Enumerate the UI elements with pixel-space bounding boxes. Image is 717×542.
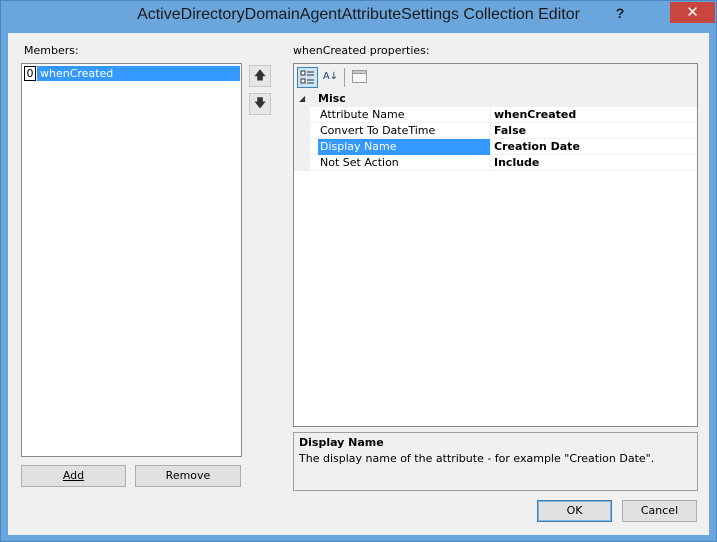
- collapse-triangle-icon[interactable]: ◢: [299, 94, 305, 103]
- property-grid-toolbar: A↓: [294, 64, 697, 91]
- cancel-button-label: Cancel: [640, 504, 679, 517]
- property-row[interactable]: Attribute Name whenCreated: [294, 107, 697, 123]
- ok-button-label: OK: [566, 504, 583, 517]
- arrow-up-icon: 🡅: [253, 68, 267, 82]
- close-button[interactable]: ✕: [670, 2, 715, 23]
- property-pages-icon: [352, 70, 367, 83]
- property-rows: ◢ Misc Attribute Name whenCreated Conver…: [294, 91, 697, 171]
- members-list[interactable]: 0 whenCreated: [21, 63, 242, 457]
- alphabetical-icon: A↓: [322, 71, 339, 82]
- toolbar-separator: [344, 68, 345, 87]
- property-name[interactable]: Attribute Name: [318, 107, 491, 123]
- move-down-button[interactable]: 🡇: [249, 93, 271, 115]
- categorized-button[interactable]: [297, 67, 318, 88]
- property-grid[interactable]: A↓ ◢ Misc Attribute Name whenCreated Con…: [293, 63, 698, 427]
- property-value[interactable]: Creation Date: [492, 139, 697, 155]
- help-icon: ?: [615, 5, 625, 21]
- row-margin: [294, 155, 310, 171]
- add-button[interactable]: Add: [21, 465, 126, 487]
- property-value[interactable]: False: [492, 123, 697, 139]
- category-label: Misc: [310, 91, 697, 107]
- property-row[interactable]: Convert To DateTime False: [294, 123, 697, 139]
- alphabetical-button[interactable]: A↓: [320, 67, 341, 88]
- property-row-selected[interactable]: Display Name Creation Date: [294, 139, 697, 155]
- property-name[interactable]: Not Set Action: [318, 155, 491, 171]
- add-button-label: Add: [62, 469, 85, 482]
- category-row-misc[interactable]: ◢ Misc: [294, 91, 697, 107]
- property-pages-button[interactable]: [349, 67, 370, 88]
- description-title: Display Name: [299, 436, 384, 449]
- member-name[interactable]: whenCreated: [37, 66, 240, 81]
- row-margin: ◢: [294, 91, 310, 107]
- description-text: The display name of the attribute - for …: [299, 452, 655, 465]
- property-name[interactable]: Convert To DateTime: [318, 123, 491, 139]
- property-value[interactable]: Include: [492, 155, 697, 171]
- row-margin: [294, 139, 310, 155]
- ok-button[interactable]: OK: [537, 500, 612, 522]
- properties-label: whenCreated properties:: [293, 44, 430, 57]
- member-index: 0: [24, 66, 36, 81]
- arrow-down-icon: 🡇: [253, 96, 267, 110]
- categorized-icon: [300, 70, 314, 84]
- property-row[interactable]: Not Set Action Include: [294, 155, 697, 171]
- row-margin: [294, 123, 310, 139]
- row-margin: [294, 107, 310, 123]
- property-value[interactable]: whenCreated: [492, 107, 697, 123]
- property-name[interactable]: Display Name: [318, 139, 491, 155]
- remove-button[interactable]: Remove: [135, 465, 241, 487]
- help-button[interactable]: ?: [607, 3, 633, 23]
- move-up-button[interactable]: 🡅: [249, 65, 271, 87]
- title-bar[interactable]: ActiveDirectoryDomainAgentAttributeSetti…: [1, 1, 716, 33]
- cancel-button[interactable]: Cancel: [622, 500, 697, 522]
- dialog-client-area: Members: 0 whenCreated 🡅 🡇 whenCreated p…: [8, 33, 709, 535]
- collection-editor-window: ActiveDirectoryDomainAgentAttributeSetti…: [0, 0, 717, 542]
- members-label: Members:: [24, 44, 79, 57]
- close-icon: ✕: [686, 3, 699, 21]
- remove-button-label: Remove: [165, 469, 211, 482]
- description-panel: Display Name The display name of the att…: [293, 432, 698, 491]
- list-item[interactable]: 0 whenCreated: [24, 66, 240, 81]
